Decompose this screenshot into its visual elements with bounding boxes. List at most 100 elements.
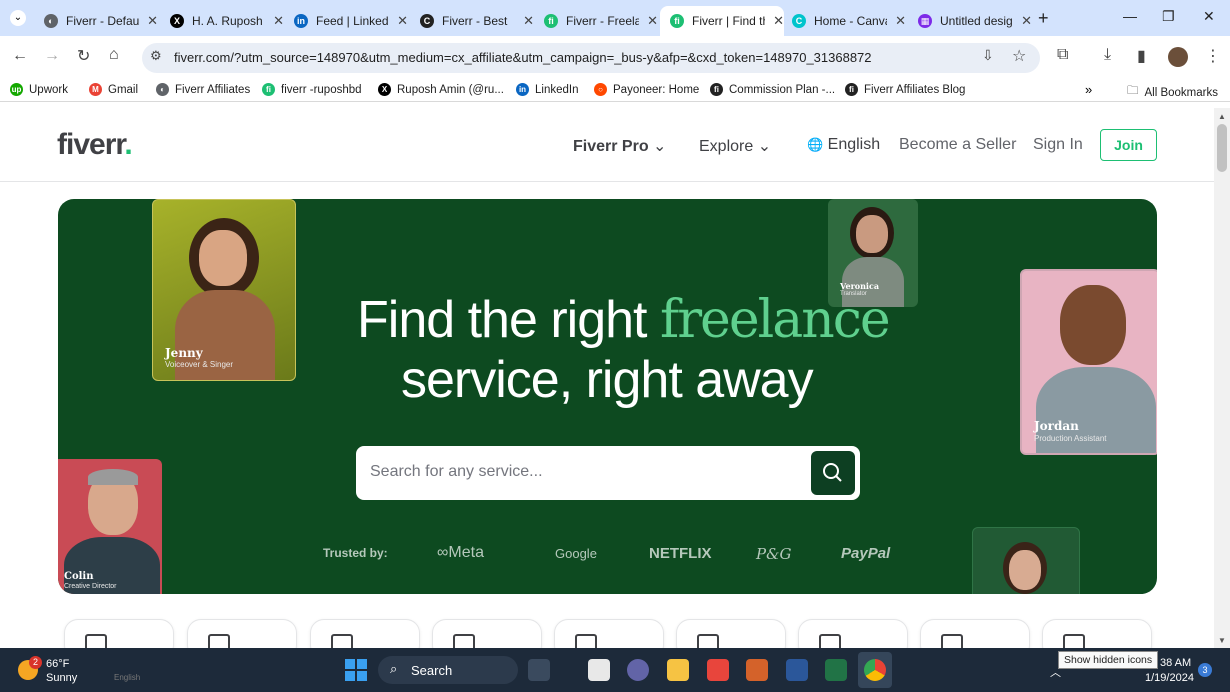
- join-button[interactable]: Join: [1100, 129, 1157, 161]
- notification-badge[interactable]: 3: [1198, 663, 1212, 677]
- browser-tab[interactable]: X H. A. Ruposh ✕: [160, 6, 284, 36]
- nav-explore[interactable]: Explore ⌄: [699, 136, 771, 156]
- weather-badge: 2: [29, 656, 42, 669]
- site-info-icon[interactable]: ⚙: [150, 48, 162, 64]
- bookmark-item[interactable]: fi fiverr -ruposhbd: [262, 83, 362, 96]
- excel-icon[interactable]: [825, 659, 847, 681]
- home-icon[interactable]: ⌂: [109, 46, 119, 64]
- url-text[interactable]: fiverr.com/?utm_source=148970&utm_medium…: [174, 50, 872, 65]
- browser-tab[interactable]: fiFiverr | Find the✕: [660, 6, 784, 36]
- close-tab-icon[interactable]: ✕: [523, 13, 534, 29]
- nav-become-seller[interactable]: Become a Seller: [899, 136, 1016, 154]
- bookmark-item[interactable]: ◐ Fiverr Affiliates: [156, 83, 250, 96]
- maximize-icon[interactable]: ❐: [1162, 8, 1175, 25]
- browser-tab[interactable]: C Fiverr - Best ✕: [410, 6, 534, 36]
- close-tab-icon[interactable]: ✕: [647, 13, 658, 29]
- all-bookmarks[interactable]: 🗀 All Bookmarks: [1127, 83, 1218, 102]
- person-role: Production Assistant: [1034, 434, 1107, 443]
- downloads-icon[interactable]: ⤓: [1104, 46, 1111, 64]
- tab-favicon-icon: C: [420, 14, 434, 28]
- browser-tab[interactable]: in Feed | LinkedIn ✕: [284, 6, 408, 36]
- nav-fiverr-pro[interactable]: Fiverr Pro ⌄: [573, 136, 666, 156]
- bookmark-favicon-icon: X: [378, 83, 391, 96]
- brand-pg: P&G: [756, 545, 792, 563]
- globe-icon: 🌐: [807, 137, 824, 152]
- nav-sign-in[interactable]: Sign In: [1033, 136, 1083, 154]
- install-app-icon[interactable]: ⇩: [982, 47, 994, 64]
- new-tab-icon[interactable]: +: [1038, 8, 1049, 29]
- bookmark-label: Upwork: [29, 83, 68, 96]
- weather-condition[interactable]: Sunny: [46, 672, 77, 684]
- menu-icon[interactable]: ⋮: [1205, 46, 1221, 66]
- close-tab-icon[interactable]: ✕: [895, 13, 906, 29]
- bookmark-label: Gmail: [108, 83, 139, 96]
- bookmark-favicon-icon: fi: [710, 83, 723, 96]
- teams-icon[interactable]: [627, 659, 649, 681]
- scrollbar-thumb[interactable]: [1217, 124, 1227, 172]
- bookmark-item[interactable]: in LinkedIn: [516, 83, 578, 96]
- browser-tab[interactable]: fi Fiverr - Freelance ✕: [534, 6, 658, 36]
- minimize-icon[interactable]: —: [1123, 8, 1137, 24]
- bookmark-label: Fiverr Affiliates Blog: [864, 83, 966, 96]
- photo-woman: [972, 527, 1080, 594]
- side-panel-icon[interactable]: ▮: [1137, 46, 1146, 66]
- taskbar-app-widget[interactable]: [528, 659, 550, 681]
- weather-temp[interactable]: 66°F: [46, 658, 69, 670]
- back-icon[interactable]: ←: [12, 47, 28, 65]
- bookmark-star-icon[interactable]: ☆: [1012, 46, 1026, 66]
- clock-date[interactable]: 1/19/2024: [1145, 672, 1194, 684]
- close-tab-icon[interactable]: ✕: [147, 13, 158, 29]
- bookmark-item[interactable]: X Ruposh Amin (@ru...: [378, 83, 504, 96]
- search-placeholder[interactable]: Search for any service...: [370, 463, 543, 481]
- bookmark-label: Ruposh Amin (@ru...: [397, 83, 504, 96]
- tab-title: Fiverr - Default: [66, 14, 140, 28]
- tab-favicon-icon: X: [170, 14, 184, 28]
- clock-time[interactable]: 38 AM: [1160, 657, 1191, 669]
- scroll-up-icon[interactable]: ▲: [1218, 112, 1226, 121]
- fiverr-logo[interactable]: fiverr.: [57, 128, 133, 162]
- browser-tab[interactable]: C Home - Canva ✕: [782, 6, 906, 36]
- reload-icon[interactable]: ↻: [77, 46, 90, 66]
- tab-search-icon[interactable]: ⌄: [10, 10, 26, 26]
- app-icon[interactable]: [746, 659, 768, 681]
- tab-title: Untitled design: [940, 14, 1014, 28]
- word-icon[interactable]: [786, 659, 808, 681]
- profile-avatar[interactable]: [1168, 47, 1188, 67]
- bookmark-favicon-icon: ○: [594, 83, 607, 96]
- browser-tab[interactable]: ◐ Fiverr - Default ✕: [34, 6, 158, 36]
- task-view-icon[interactable]: [588, 659, 610, 681]
- tab-favicon-icon: C: [792, 14, 806, 28]
- trusted-by-label: Trusted by:: [323, 546, 388, 560]
- photo-colin: Colin Creative Director: [58, 459, 162, 594]
- bookmark-favicon-icon: fi: [845, 83, 858, 96]
- more-bookmarks-icon[interactable]: »: [1085, 82, 1092, 97]
- brand-meta: ∞Meta: [437, 544, 484, 561]
- brand-paypal: PayPal: [841, 545, 891, 562]
- bookmark-item[interactable]: M Gmail: [89, 83, 138, 96]
- extensions-icon[interactable]: ⧉: [1057, 46, 1068, 64]
- close-tab-icon[interactable]: ✕: [397, 13, 408, 29]
- nav-language[interactable]: 🌐 English: [807, 136, 880, 154]
- close-tab-icon[interactable]: ✕: [1021, 13, 1032, 29]
- bookmark-label: Payoneer: Home: [613, 83, 700, 96]
- tab-title: H. A. Ruposh: [192, 14, 263, 28]
- bookmark-item[interactable]: fi Commission Plan -...: [710, 83, 835, 96]
- forward-icon[interactable]: →: [44, 47, 60, 65]
- file-explorer-icon[interactable]: [667, 659, 689, 681]
- scroll-down-icon[interactable]: ▼: [1218, 636, 1226, 645]
- search-icon: [823, 463, 842, 482]
- hero-title-line1: Find the right freelance: [357, 290, 891, 350]
- search-button[interactable]: [811, 451, 855, 495]
- windows-start-icon[interactable]: [345, 659, 367, 681]
- anydesk-icon[interactable]: [707, 659, 729, 681]
- close-tab-icon[interactable]: ✕: [273, 13, 284, 29]
- tab-title: Home - Canva: [814, 14, 888, 28]
- bookmark-item[interactable]: ○ Payoneer: Home: [594, 83, 699, 96]
- bookmark-item[interactable]: up Upwork: [10, 83, 68, 96]
- page-scrollbar[interactable]: [1214, 108, 1230, 648]
- bookmark-item[interactable]: fi Fiverr Affiliates Blog: [845, 83, 965, 96]
- tab-favicon-icon: in: [294, 14, 308, 28]
- close-window-icon[interactable]: ✕: [1203, 8, 1215, 25]
- browser-tab[interactable]: ▦ Untitled design ✕: [908, 6, 1032, 36]
- chrome-icon[interactable]: [864, 659, 886, 681]
